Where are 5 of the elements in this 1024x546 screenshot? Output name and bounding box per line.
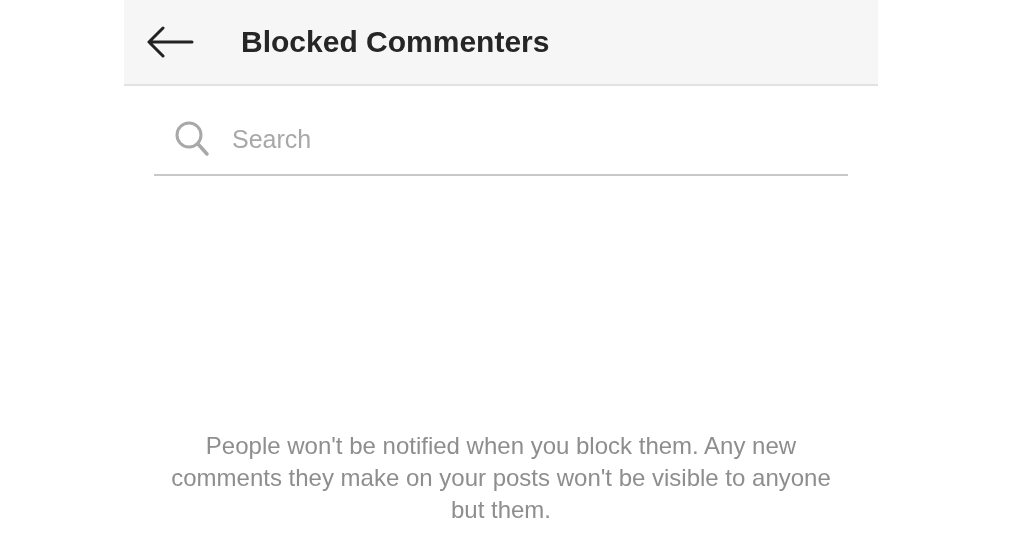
search-icon [174,120,210,158]
back-arrow-icon[interactable] [146,26,194,58]
search-field[interactable]: Search [230,123,848,155]
info-text: People won't be notified when you block them. Any new comments they make on your posts won't be visible to anyone but them. [170,431,832,525]
page-title: Blocked Commenters [241,25,550,59]
